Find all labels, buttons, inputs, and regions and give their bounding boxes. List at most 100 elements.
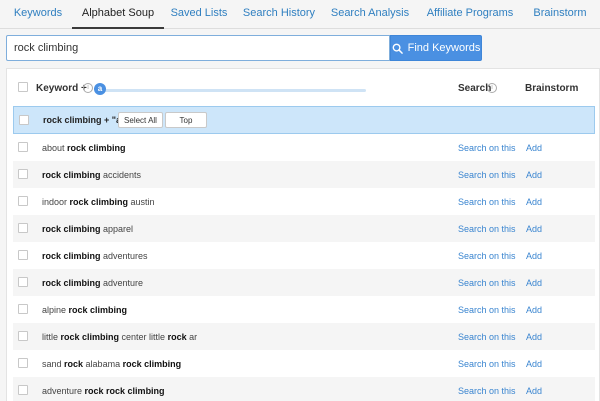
- search-info-icon[interactable]: i: [487, 83, 497, 93]
- keyword-part: adventure: [42, 386, 85, 396]
- keyword-match: rock climbing: [42, 224, 101, 234]
- keyword-part: apparel: [100, 224, 134, 234]
- search-on-this-link[interactable]: Search on this: [458, 224, 516, 234]
- keyword-text: about rock climbing: [42, 143, 126, 153]
- table-header: Keyword + i a Search i Brainstorm: [7, 69, 600, 103]
- keyword-text: rock climbing accidents: [42, 170, 141, 180]
- keyword-match: rock: [64, 359, 84, 369]
- add-link[interactable]: Add: [526, 143, 542, 153]
- row-checkbox[interactable]: [18, 142, 28, 152]
- keyword-match: rock climbing: [67, 143, 126, 153]
- find-keywords-label: Find Keywords: [407, 42, 481, 54]
- row-checkbox[interactable]: [18, 169, 28, 179]
- row-checkbox[interactable]: [18, 277, 28, 287]
- add-link[interactable]: Add: [526, 305, 542, 315]
- selected-group-row: rock climbing + "a" Select All Top: [13, 106, 595, 134]
- table-row: rock climbing apparel Search on this Add: [13, 215, 595, 242]
- select-all-checkbox[interactable]: [18, 82, 28, 92]
- keyword-match: rock climbing: [69, 197, 129, 207]
- keyword-part: ar: [186, 332, 198, 342]
- search-input[interactable]: [6, 35, 390, 61]
- keyword-text: indoor rock climbing austin: [42, 197, 155, 207]
- add-link[interactable]: Add: [526, 224, 542, 234]
- tab-saved-lists[interactable]: Saved Lists: [166, 0, 232, 29]
- tab-search-analysis[interactable]: Search Analysis: [330, 0, 410, 29]
- tab-alphabet-soup[interactable]: Alphabet Soup: [72, 0, 164, 29]
- keyword-text: rock climbing apparel: [42, 224, 133, 234]
- search-on-this-link[interactable]: Search on this: [458, 332, 516, 342]
- letter-slider-thumb[interactable]: a: [94, 83, 106, 95]
- table-row: rock climbing accidents Search on this Add: [13, 161, 595, 188]
- add-link[interactable]: Add: [526, 170, 542, 180]
- keyword-match: rock climbing: [42, 251, 101, 261]
- find-keywords-button[interactable]: Find Keywords: [390, 35, 482, 61]
- table-row: indoor rock climbing austin Search on thi…: [13, 188, 595, 215]
- add-link[interactable]: Add: [526, 251, 542, 261]
- row-checkbox[interactable]: [18, 385, 28, 395]
- add-link[interactable]: Add: [526, 278, 542, 288]
- add-link[interactable]: Add: [526, 359, 542, 369]
- keyword-info-icon[interactable]: i: [83, 83, 93, 93]
- keyword-part: sand: [42, 359, 65, 369]
- tab-bar: Keywords Alphabet Soup Saved Lists Searc…: [0, 0, 600, 29]
- search-on-this-link[interactable]: Search on this: [458, 251, 516, 261]
- keyword-match: rock climbing: [42, 170, 101, 180]
- search-on-this-link[interactable]: Search on this: [458, 386, 516, 396]
- keyword-text: little rock climbing center little rock …: [42, 332, 197, 342]
- keyword-match: rock rock climbing: [84, 386, 165, 396]
- tab-search-history[interactable]: Search History: [241, 0, 317, 29]
- keyword-part: little: [42, 332, 61, 342]
- tab-keywords[interactable]: Keywords: [5, 0, 71, 29]
- keyword-match: rock: [167, 332, 187, 342]
- search-on-this-link[interactable]: Search on this: [458, 197, 516, 207]
- group-label: rock climbing + "a": [43, 115, 126, 125]
- keyword-match: rock climbing: [68, 305, 128, 315]
- results-panel: Keyword + i a Search i Brainstorm rock c…: [6, 68, 600, 401]
- keyword-part: alabama: [83, 359, 123, 369]
- table-row: adventure rock rock climbing Search on th…: [13, 377, 595, 401]
- keyword-column-header: Keyword +: [36, 83, 87, 94]
- search-bar: Find Keywords: [6, 35, 482, 61]
- keyword-match: rock climbing: [42, 278, 101, 288]
- tab-brainstorm[interactable]: Brainstorm: [528, 0, 592, 29]
- row-checkbox[interactable]: [18, 250, 28, 260]
- add-link[interactable]: Add: [526, 386, 542, 396]
- search-on-this-link[interactable]: Search on this: [458, 143, 516, 153]
- keyword-match: rock climbing: [60, 332, 120, 342]
- keyword-part: about: [42, 143, 68, 153]
- row-checkbox[interactable]: [18, 304, 28, 314]
- add-link[interactable]: Add: [526, 197, 542, 207]
- keyword-match: rock climbing: [122, 359, 182, 369]
- keyword-part: adventure: [100, 278, 144, 288]
- group-checkbox[interactable]: [19, 115, 29, 125]
- keyword-part: center little: [119, 332, 168, 342]
- keyword-text: adventure rock rock climbing: [42, 386, 165, 396]
- letter-slider-track[interactable]: [99, 89, 366, 92]
- select-all-button[interactable]: Select All: [118, 112, 163, 128]
- table-row: about rock climbing Search on this Add: [13, 134, 595, 161]
- table-row: alpine rock climbing Search on this Add: [13, 296, 595, 323]
- row-checkbox[interactable]: [18, 331, 28, 341]
- row-checkbox[interactable]: [18, 196, 28, 206]
- table-row: rock climbing adventures Search on this Ad…: [13, 242, 595, 269]
- search-on-this-link[interactable]: Search on this: [458, 278, 516, 288]
- keyword-text: alpine rock climbing: [42, 305, 127, 315]
- table-row: little rock climbing center little rock …: [13, 323, 595, 350]
- keyword-part: adventures: [100, 251, 148, 261]
- row-checkbox[interactable]: [18, 358, 28, 368]
- keyword-part: austin: [128, 197, 155, 207]
- keyword-text: rock climbing adventure: [42, 278, 143, 288]
- add-link[interactable]: Add: [526, 332, 542, 342]
- keyword-text: sand rock alabama rock climbing: [42, 359, 181, 369]
- keyword-part: alpine: [42, 305, 69, 315]
- search-icon: [392, 43, 403, 54]
- keyword-text: rock climbing adventures: [42, 251, 148, 261]
- table-row: rock climbing adventure Search on this Add: [13, 269, 595, 296]
- search-on-this-link[interactable]: Search on this: [458, 359, 516, 369]
- search-on-this-link[interactable]: Search on this: [458, 305, 516, 315]
- search-on-this-link[interactable]: Search on this: [458, 170, 516, 180]
- top-button[interactable]: Top: [165, 112, 207, 128]
- row-checkbox[interactable]: [18, 223, 28, 233]
- tab-affiliate-programs[interactable]: Affiliate Programs: [425, 0, 515, 29]
- keyword-part: accidents: [100, 170, 142, 180]
